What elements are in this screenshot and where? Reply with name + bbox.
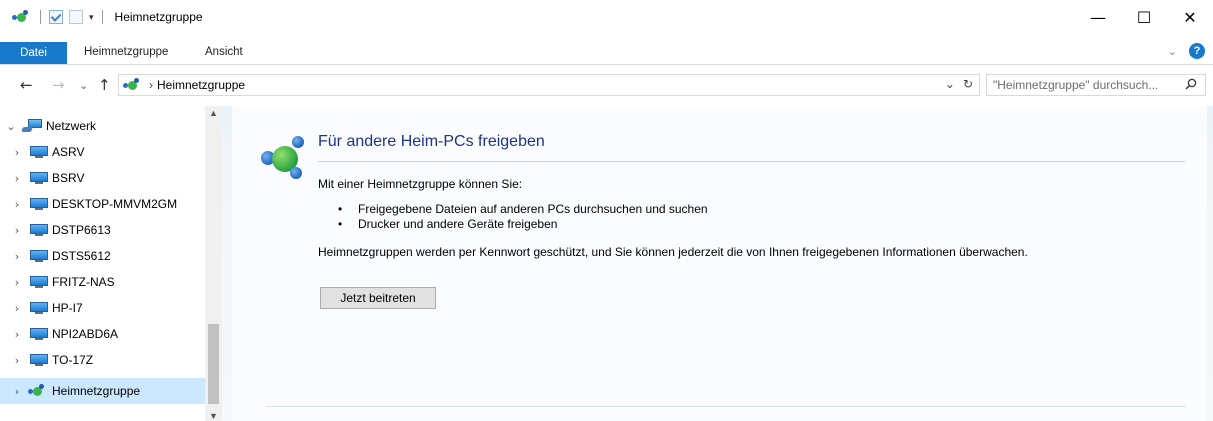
nav-item-computer[interactable]: › TO-17Z xyxy=(0,347,210,373)
tab-heimnetzgruppe[interactable]: Heimnetzgruppe xyxy=(84,41,168,63)
computer-icon xyxy=(30,145,48,159)
chevron-right-icon[interactable]: › xyxy=(10,172,24,185)
nav-item-computer[interactable]: › HP-I7 xyxy=(0,295,210,321)
breadcrumb-separator[interactable]: › xyxy=(149,78,153,92)
separator xyxy=(101,10,103,24)
computer-icon xyxy=(30,327,48,341)
chevron-right-icon[interactable]: › xyxy=(10,354,24,367)
homegroup-icon xyxy=(28,384,48,398)
expand-ribbon-chevron-icon[interactable]: ⌄ xyxy=(1168,45,1177,58)
chevron-right-icon[interactable]: › xyxy=(10,224,24,237)
search-icon[interactable] xyxy=(1185,78,1201,93)
nav-item-netzwerk[interactable]: ⌄ Netzwerk xyxy=(0,113,210,139)
nav-item-computer[interactable]: › DSTP6613 xyxy=(0,217,210,243)
minimize-icon: — xyxy=(1090,7,1106,27)
ribbon-controls: ⌄ ? xyxy=(1168,43,1205,59)
nav-item-computer[interactable]: › DESKTOP-MMVM2GM xyxy=(0,191,210,217)
new-folder-icon[interactable] xyxy=(69,10,83,24)
refresh-icon[interactable]: ↻ xyxy=(963,77,973,91)
computer-icon xyxy=(30,353,48,367)
nav-item-computer[interactable]: › BSRV xyxy=(0,165,210,191)
back-button[interactable]: ← xyxy=(20,76,33,94)
minimize-button[interactable]: — xyxy=(1075,0,1121,34)
feature-list: Freigegebene Dateien auf anderen PCs dur… xyxy=(338,202,708,232)
scroll-up-button[interactable]: ▲ xyxy=(205,108,222,118)
address-controls: ⌄ ↻ xyxy=(945,77,973,91)
nav-label-computer: DSTP6613 xyxy=(52,223,111,237)
computer-icon xyxy=(30,223,48,237)
homegroup-icon xyxy=(123,78,143,92)
forward-button[interactable]: → xyxy=(52,76,65,94)
nav-label-computer: BSRV xyxy=(52,171,85,185)
list-item: Freigegebene Dateien auf anderen PCs dur… xyxy=(338,202,708,217)
title-bar: ▾ Heimnetzgruppe — ☐ ✕ xyxy=(0,0,1213,34)
maximize-icon: ☐ xyxy=(1136,7,1152,27)
chevron-right-icon[interactable]: › xyxy=(10,198,24,211)
list-item: Drucker und andere Geräte freigeben xyxy=(338,217,708,232)
customize-toolbar-dropdown[interactable]: ▾ xyxy=(89,12,94,23)
address-row: ← → ⌄ ↑ › Heimnetzgruppe ⌄ ↻ "Heimnetzgr… xyxy=(0,65,1213,106)
up-button[interactable]: ↑ xyxy=(98,76,111,94)
intro-text: Mit einer Heimnetzgruppe können Sie: xyxy=(318,177,523,191)
scroll-thumb[interactable] xyxy=(208,324,219,404)
network-icon xyxy=(21,119,42,133)
ribbon: Datei Heimnetzgruppe Ansicht ⌄ ? xyxy=(0,34,1213,65)
page-title: Für andere Heim-PCs freigeben xyxy=(318,133,545,150)
computer-icon xyxy=(30,197,48,211)
homegroup-large-icon xyxy=(261,136,304,179)
chevron-right-icon[interactable]: › xyxy=(10,385,24,398)
properties-icon[interactable] xyxy=(49,10,63,24)
nav-label-computer: FRITZ-NAS xyxy=(52,275,115,289)
window-title: Heimnetzgruppe xyxy=(114,10,203,24)
close-button[interactable]: ✕ xyxy=(1167,0,1213,34)
nav-scrollbar[interactable]: ▲ ▼ xyxy=(205,106,222,421)
computer-icon xyxy=(30,249,48,263)
help-icon[interactable]: ? xyxy=(1189,43,1205,59)
nav-item-computer[interactable]: › FRITZ-NAS xyxy=(0,269,210,295)
nav-item-heimnetzgruppe[interactable]: › Heimnetzgruppe xyxy=(0,378,210,404)
chevron-right-icon[interactable]: › xyxy=(10,328,24,341)
computer-icon xyxy=(30,275,48,289)
join-now-button[interactable]: Jetzt beitreten xyxy=(320,287,436,309)
chevron-right-icon[interactable]: › xyxy=(10,302,24,315)
tab-ansicht[interactable]: Ansicht xyxy=(205,41,243,63)
quick-access-toolbar: ▾ Heimnetzgruppe xyxy=(0,0,203,34)
chevron-right-icon[interactable]: › xyxy=(10,146,24,159)
nav-item-computer[interactable]: › ASRV xyxy=(0,139,210,165)
tab-datei[interactable]: Datei xyxy=(0,42,67,64)
chevron-down-icon[interactable]: ⌄ xyxy=(4,120,18,133)
navigation-pane: ⌄ Netzwerk › ASRV › BSRV › DESKTOP-MMVM2GM › DS… xyxy=(0,106,210,421)
nav-label-netzwerk: Netzwerk xyxy=(46,119,97,133)
nav-item-computer[interactable]: › DSTS5612 xyxy=(0,243,210,269)
address-dropdown-icon[interactable]: ⌄ xyxy=(945,77,955,91)
search-input[interactable]: "Heimnetzgruppe" durchsuch... xyxy=(993,78,1185,92)
scroll-down-button[interactable]: ▼ xyxy=(205,411,222,421)
window-controls: — ☐ ✕ xyxy=(1075,0,1213,34)
nav-label-computer: TO-17Z xyxy=(52,353,94,367)
nav-label-computer: HP-I7 xyxy=(52,301,83,315)
recent-locations-button[interactable]: ⌄ xyxy=(79,79,88,92)
nav-label-computer: DESKTOP-MMVM2GM xyxy=(52,197,178,211)
chevron-right-icon[interactable]: › xyxy=(10,276,24,289)
nav-label-heimnetzgruppe: Heimnetzgruppe xyxy=(52,384,141,398)
search-box[interactable]: "Heimnetzgruppe" durchsuch... xyxy=(986,74,1206,96)
homegroup-icon xyxy=(12,10,32,24)
content-area: Für andere Heim-PCs freigeben Mit einer … xyxy=(222,106,1213,421)
separator xyxy=(40,10,41,24)
nav-label-computer: NPI2ABD6A xyxy=(52,327,119,341)
maximize-button[interactable]: ☐ xyxy=(1121,0,1167,34)
bottom-divider xyxy=(266,406,1186,407)
chevron-right-icon[interactable]: › xyxy=(10,250,24,263)
title-divider xyxy=(318,161,1185,162)
computer-icon xyxy=(30,171,48,185)
nav-item-computer[interactable]: › NPI2ABD6A xyxy=(0,321,210,347)
close-icon: ✕ xyxy=(1183,7,1197,27)
nav-label-computer: DSTS5612 xyxy=(52,249,111,263)
nav-label-computer: ASRV xyxy=(52,145,85,159)
breadcrumb-heimnetzgruppe[interactable]: Heimnetzgruppe xyxy=(157,78,245,92)
computer-icon xyxy=(30,301,48,315)
homegroup-panel: Für andere Heim-PCs freigeben Mit einer … xyxy=(232,106,1207,421)
description-text: Heimnetzgruppen werden per Kennwort gesc… xyxy=(318,245,1028,259)
address-bar[interactable]: › Heimnetzgruppe ⌄ ↻ xyxy=(118,74,980,96)
